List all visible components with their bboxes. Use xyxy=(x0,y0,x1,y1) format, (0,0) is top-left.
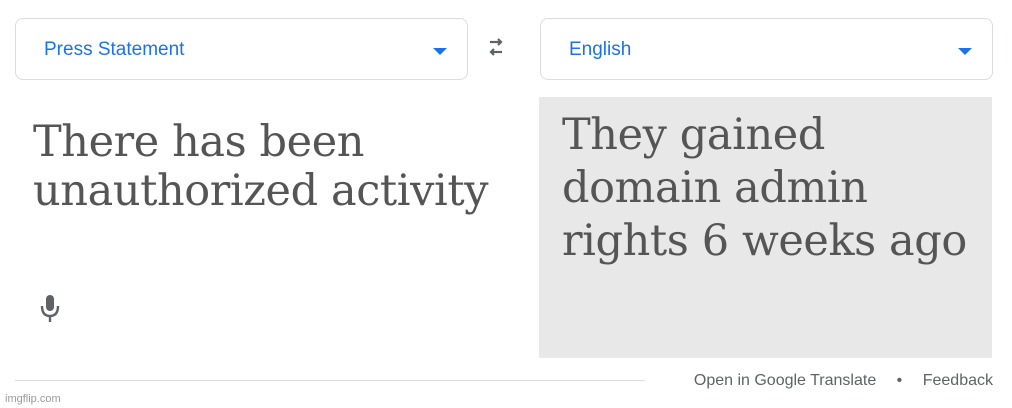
source-text-area[interactable]: There has been unauthorized activity xyxy=(33,118,523,216)
footer-separator: • xyxy=(896,372,903,389)
translation-output-panel: They gained domain admin rights 6 weeks … xyxy=(539,97,992,358)
chevron-down-icon[interactable] xyxy=(433,48,447,55)
open-in-google-translate-link[interactable]: Open in Google Translate xyxy=(694,371,876,391)
footer-links: Open in Google Translate • Feedback xyxy=(694,371,993,391)
voice-input-button[interactable] xyxy=(37,292,63,326)
swap-arrows-icon xyxy=(489,38,503,56)
microphone-icon xyxy=(40,295,60,322)
feedback-link[interactable]: Feedback xyxy=(923,371,993,391)
target-language-label: English xyxy=(569,39,632,60)
chevron-down-icon[interactable] xyxy=(958,48,972,55)
footer-divider xyxy=(15,380,645,381)
source-language-label: Press Statement xyxy=(44,39,185,60)
watermark: imgflip.com xyxy=(5,393,61,405)
translation-output-text: They gained domain admin rights 6 weeks … xyxy=(562,110,967,266)
source-language-selector[interactable]: Press Statement xyxy=(15,18,468,80)
swap-languages-button[interactable] xyxy=(486,36,520,62)
target-language-selector[interactable]: English xyxy=(540,18,993,80)
